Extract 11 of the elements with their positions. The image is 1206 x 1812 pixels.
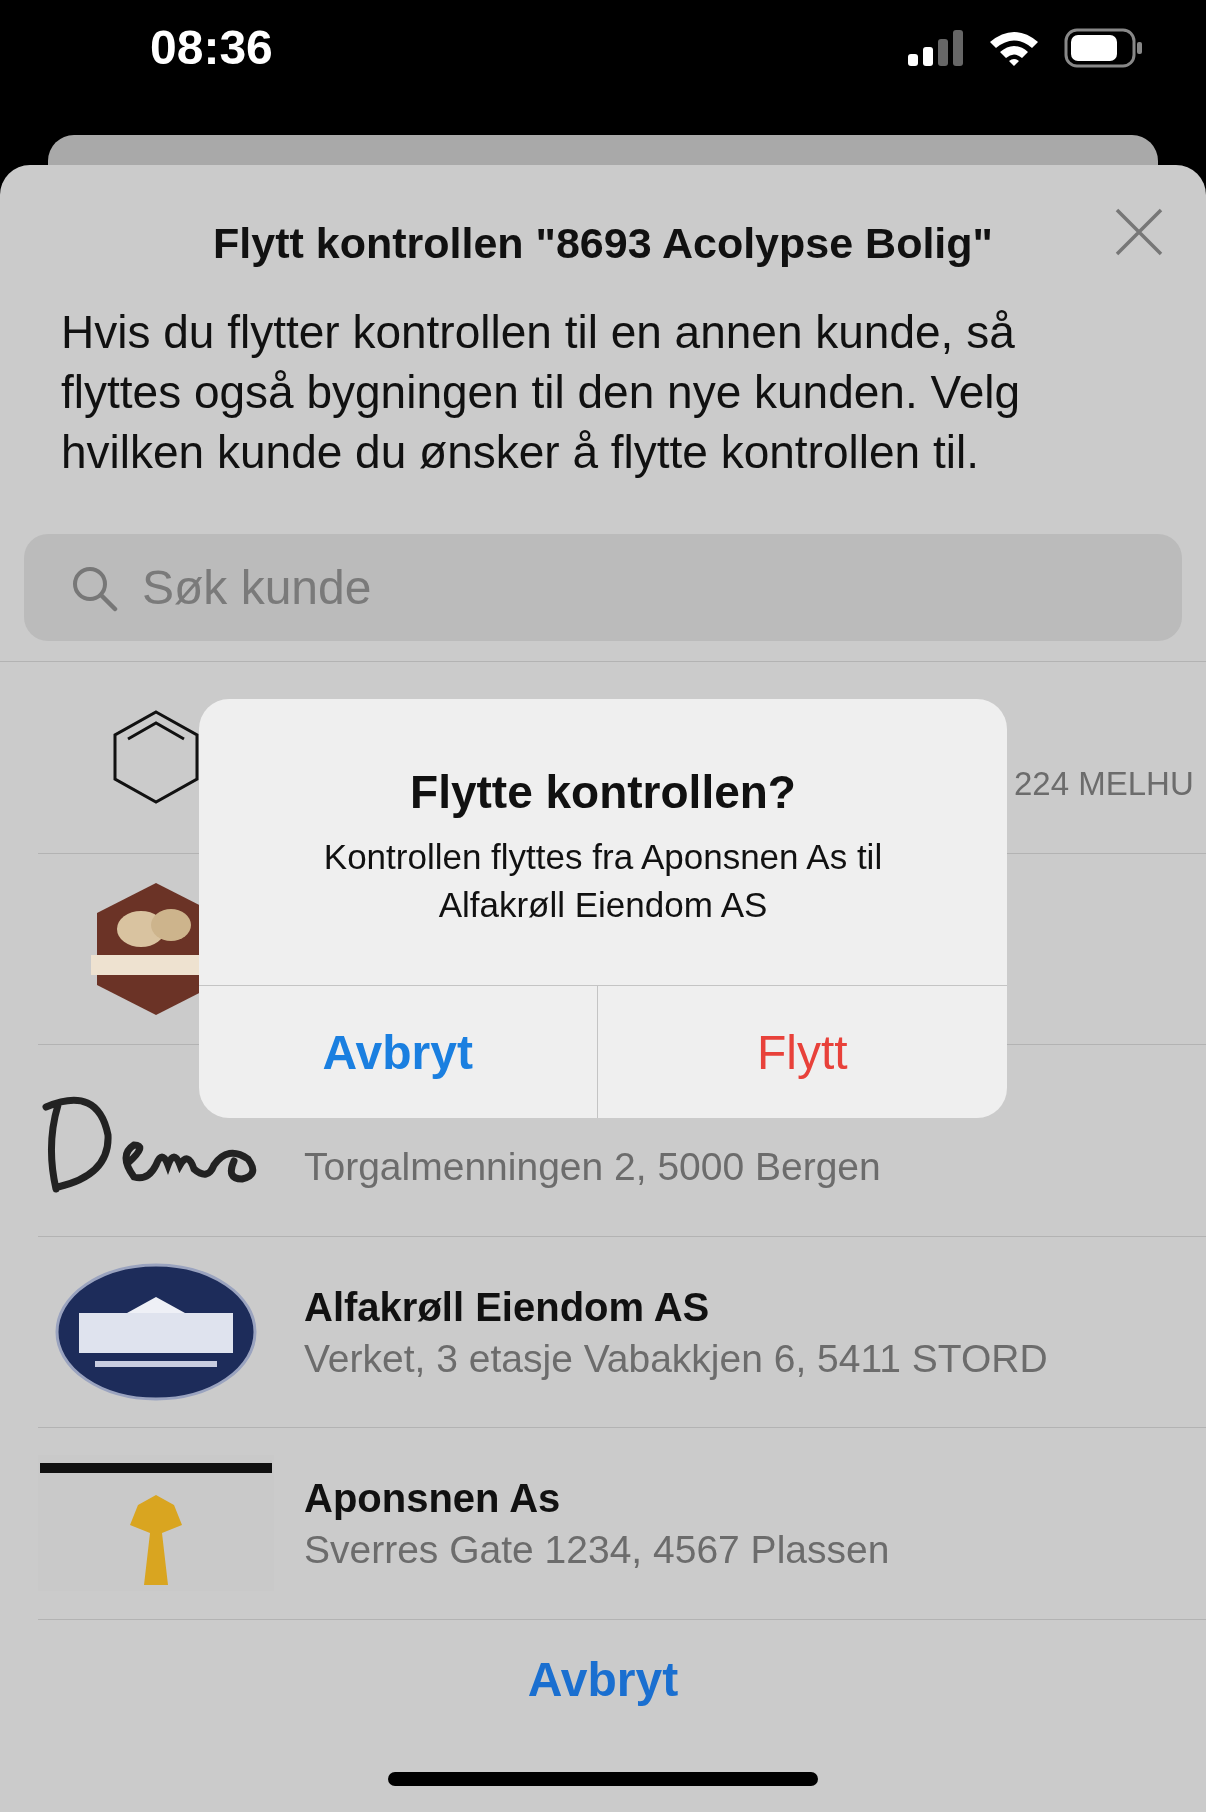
customer-address: Sverres Gate 1234, 4567 Plassen: [304, 1528, 890, 1573]
customer-address: Torgalmenningen 2, 5000 Bergen: [304, 1145, 881, 1190]
customer-address: Verket, 3 etasje Vabakkjen 6, 5411 STORD: [304, 1336, 1048, 1381]
alert-message: Kontrollen flyttes fra Aponsnen As til Alfakrøll Eiendom AS: [322, 836, 884, 926]
alert-title: Flytte kontrollen?: [410, 765, 796, 819]
sheet-title: Flytt kontrollen "8693 Acolypse Bolig": [213, 219, 993, 268]
customer-address: 224 MELHU: [1014, 765, 1194, 804]
customer-name: Aponsnen As: [304, 1476, 562, 1523]
customer-name: Alfakrøll Eiendom AS: [304, 1284, 711, 1331]
sheet-description: Hvis du flytter kontrollen til en annen kunde, så flyttes også bygningen til den nye kunden. Velg hvilken kunde du ønsker å flytte kontrollen til.: [61, 305, 1021, 480]
status-time: 08:36: [150, 20, 273, 75]
